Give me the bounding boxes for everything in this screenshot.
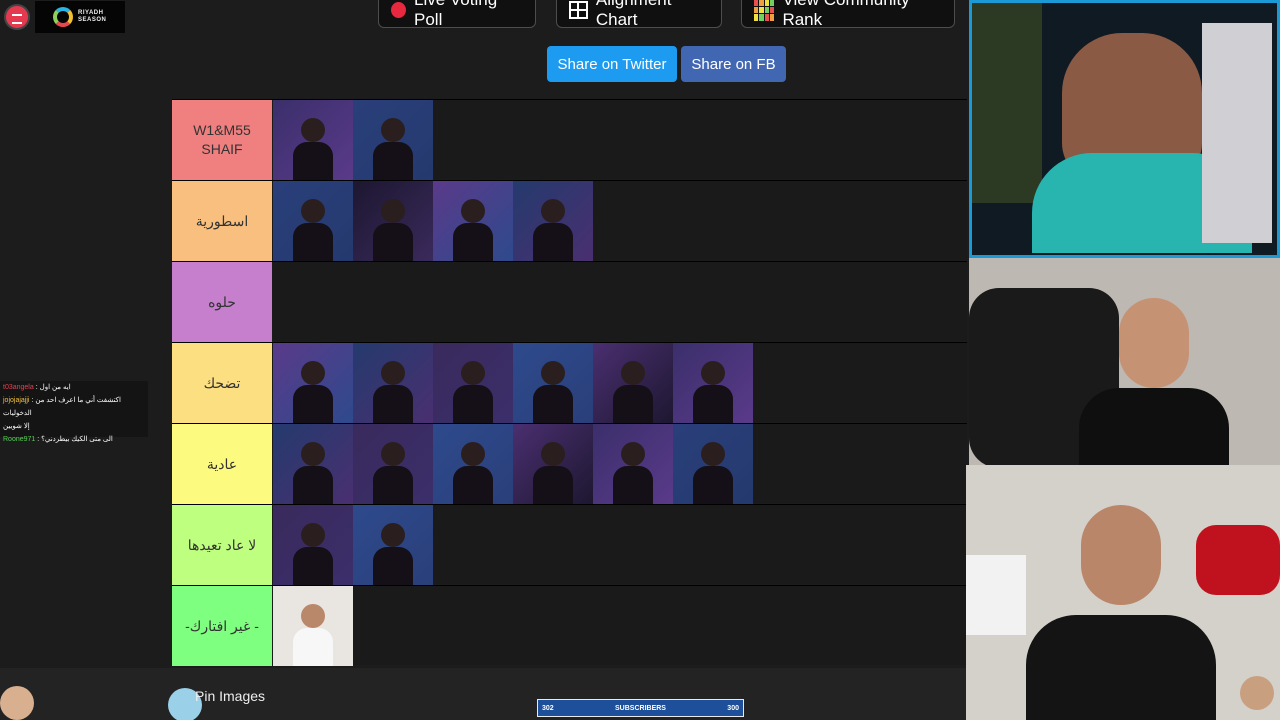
alignment-chart-label: Alignment Chart bbox=[595, 0, 672, 29]
tier-thumbnail[interactable] bbox=[273, 586, 353, 666]
webcam-streamer-1 bbox=[969, 0, 1280, 258]
stream-screen: RIYADH SEASON Live Voting Poll Alignment… bbox=[0, 0, 1280, 720]
tier-row: عادية bbox=[172, 423, 967, 504]
subscriber-goal-bar: 302 SUBSCRIBERS 300 bbox=[537, 699, 744, 717]
community-rank-label: View Community Rank bbox=[782, 0, 909, 29]
chat-message: Roone971 : الى متى الكيك بيطردني؟ bbox=[3, 436, 113, 443]
riyadh-line2: SEASON bbox=[78, 17, 107, 23]
tier-items bbox=[273, 100, 433, 180]
tier-thumbnail[interactable] bbox=[593, 424, 673, 504]
tier-label[interactable]: تضحك bbox=[172, 343, 272, 423]
riyadh-logo-text: RIYADH SEASON bbox=[78, 10, 106, 24]
tier-label[interactable]: لا عاد تعيدها bbox=[172, 505, 272, 585]
tier-thumbnail[interactable] bbox=[353, 343, 433, 423]
subs-label: SUBSCRIBERS bbox=[615, 704, 666, 712]
live-voting-button[interactable]: Live Voting Poll bbox=[378, 0, 536, 29]
subs-goal: 300 bbox=[727, 704, 739, 712]
tier-items bbox=[273, 586, 353, 666]
pin-images-label[interactable]: Pin Images bbox=[195, 688, 265, 704]
tier-thumbnail[interactable] bbox=[353, 505, 433, 585]
tier-label[interactable]: اسطورية bbox=[172, 181, 272, 261]
tier-thumbnail[interactable] bbox=[273, 181, 353, 261]
record-dot-icon bbox=[391, 2, 406, 18]
tier-label[interactable]: W1&M55 SHAIF bbox=[172, 100, 272, 180]
tier-thumbnail[interactable] bbox=[273, 424, 353, 504]
tier-thumbnail[interactable] bbox=[433, 343, 513, 423]
alignment-chart-button[interactable]: Alignment Chart bbox=[556, 0, 722, 29]
pin-images-bar bbox=[0, 668, 966, 720]
tier-row: حلوه bbox=[172, 261, 967, 342]
tier-thumbnail[interactable] bbox=[353, 181, 433, 261]
chat-message: إلا شويين bbox=[3, 423, 30, 430]
tier-thumbnail[interactable] bbox=[513, 424, 593, 504]
chat-overlay: t03angela : ايه من اول jojojajajji : اكت… bbox=[0, 381, 148, 443]
tier-thumbnail[interactable] bbox=[273, 343, 353, 423]
avatar-icon bbox=[1240, 676, 1274, 710]
tier-label[interactable]: حلوه bbox=[172, 262, 272, 342]
tier-label[interactable]: -غير افتارك - bbox=[172, 586, 272, 666]
tier-row: لا عاد تعيدها bbox=[172, 504, 967, 585]
chat-message: jojojajajji : اكتشفت أني ما اعرف احد من … bbox=[3, 397, 121, 417]
riyadh-season-logo: RIYADH SEASON bbox=[35, 1, 125, 33]
channel-logo-icon bbox=[4, 4, 30, 30]
tier-grid-icon bbox=[754, 0, 775, 21]
tier-thumbnail[interactable] bbox=[433, 424, 513, 504]
grid-icon bbox=[569, 1, 588, 19]
tier-label[interactable]: عادية bbox=[172, 424, 272, 504]
tier-items bbox=[273, 424, 753, 504]
tier-thumbnail[interactable] bbox=[353, 424, 433, 504]
riyadh-line1: RIYADH bbox=[78, 10, 104, 16]
tier-thumbnail[interactable] bbox=[433, 181, 513, 261]
webcam-streamer-2 bbox=[969, 258, 1280, 465]
chat-message: t03angela : ايه من اول bbox=[3, 384, 71, 391]
tier-thumbnail[interactable] bbox=[513, 343, 593, 423]
riyadh-ring-icon bbox=[53, 7, 73, 27]
share-twitter-button[interactable]: Share on Twitter bbox=[547, 46, 677, 82]
tier-row: تضحك bbox=[172, 342, 967, 423]
tier-items bbox=[273, 181, 593, 261]
tier-row: W1&M55 SHAIF bbox=[172, 99, 967, 180]
tier-thumbnail[interactable] bbox=[673, 343, 753, 423]
webcam-streamer-3 bbox=[966, 465, 1280, 720]
tier-thumbnail[interactable] bbox=[273, 100, 353, 180]
tier-thumbnail[interactable] bbox=[593, 343, 673, 423]
tier-row: -غير افتارك - bbox=[172, 585, 967, 666]
tier-thumbnail[interactable] bbox=[673, 424, 753, 504]
tier-thumbnail[interactable] bbox=[273, 505, 353, 585]
tier-thumbnail[interactable] bbox=[353, 100, 433, 180]
live-voting-label: Live Voting Poll bbox=[414, 0, 497, 29]
subs-current: 302 bbox=[542, 704, 554, 712]
tier-items bbox=[273, 505, 433, 585]
avatar-icon bbox=[0, 686, 34, 720]
tier-row: اسطورية bbox=[172, 180, 967, 261]
share-facebook-button[interactable]: Share on FB bbox=[681, 46, 786, 82]
tier-thumbnail[interactable] bbox=[513, 181, 593, 261]
community-rank-button[interactable]: View Community Rank bbox=[741, 0, 955, 29]
tier-items bbox=[273, 343, 753, 423]
